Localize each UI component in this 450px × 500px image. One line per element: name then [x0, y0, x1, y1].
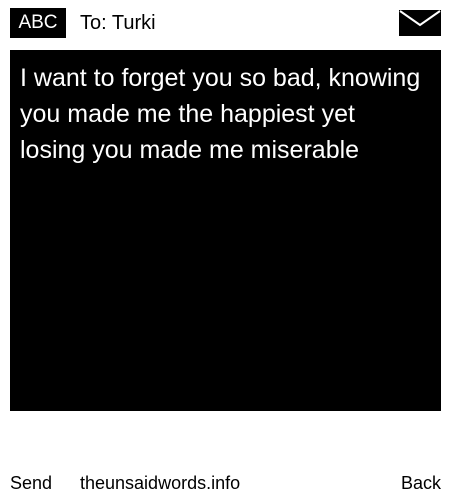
send-button[interactable]: Send: [10, 468, 52, 498]
input-mode-badge[interactable]: ABC: [10, 8, 66, 38]
site-label: theunsaidwords.info: [80, 473, 241, 493]
recipient-label: To: Turki: [80, 12, 156, 34]
header-bar: ABC To: Turki: [0, 0, 450, 44]
message-text: I want to forget you so bad, knowing you…: [20, 64, 421, 164]
message-body[interactable]: I want to forget you so bad, knowing you…: [10, 50, 441, 411]
back-button[interactable]: Back: [401, 468, 441, 498]
envelope-icon: [399, 10, 441, 36]
softkey-bar: Send theunsaidwords.info Back: [0, 468, 450, 498]
